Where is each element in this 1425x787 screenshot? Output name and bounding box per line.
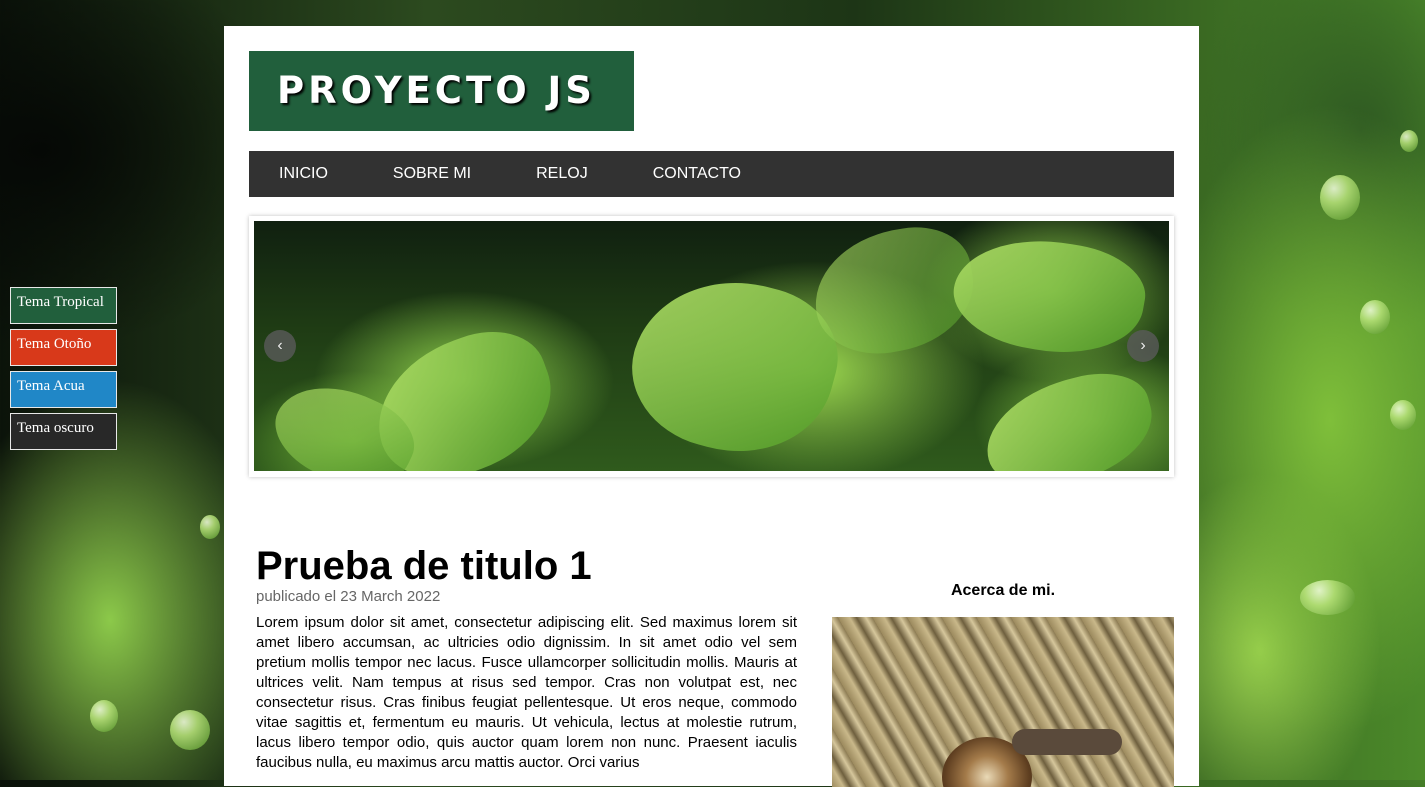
image-slider: ‹ › [249,216,1174,477]
nav-item-sobre-mi[interactable]: SOBRE MI [393,165,471,183]
nav-item-reloj[interactable]: RELOJ [536,165,588,183]
background-drop [1400,130,1418,152]
slider-next-icon[interactable]: › [1127,330,1159,362]
nav-item-inicio[interactable]: INICIO [279,165,328,183]
theme-aqua-button[interactable]: Tema Acua [10,371,117,408]
nav-item-contacto[interactable]: CONTACTO [653,165,741,183]
about-image [832,617,1174,787]
article-title[interactable]: Prueba de titulo 1 [256,544,797,588]
aside-title: Acerca de mi. [950,582,1056,599]
page-container: PROYECTO JS INICIO SOBRE MI RELOJ CONTAC… [224,26,1199,787]
background-drop [1360,300,1390,334]
leaf-shape [945,225,1153,367]
snail-body [1012,729,1122,755]
background-drop [90,700,118,732]
main-nav: INICIO SOBRE MI RELOJ CONTACTO [249,151,1174,197]
site-logo[interactable]: PROYECTO JS [249,51,634,131]
slider-prev-icon[interactable]: ‹ [264,330,296,362]
background-drop [170,710,210,750]
background-drop [200,515,220,539]
background-drop [1390,400,1416,430]
article-body: Lorem ipsum dolor sit amet, consectetur … [256,614,797,771]
theme-autumn-button[interactable]: Tema Otoño [10,329,117,366]
background-drop [1320,175,1360,220]
slide-image: ‹ › [254,221,1169,471]
article: Prueba de titulo 1 publicado el 23 March… [256,544,797,773]
theme-tropical-button[interactable]: Tema Tropical [10,287,117,324]
theme-dark-button[interactable]: Tema oscuro [10,413,117,450]
theme-switcher: Tema Tropical Tema Otoño Tema Acua Tema … [10,287,117,455]
article-meta: publicado el 23 March 2022 [256,588,441,605]
leaf-shape [973,360,1165,471]
background-drop [1300,580,1355,615]
